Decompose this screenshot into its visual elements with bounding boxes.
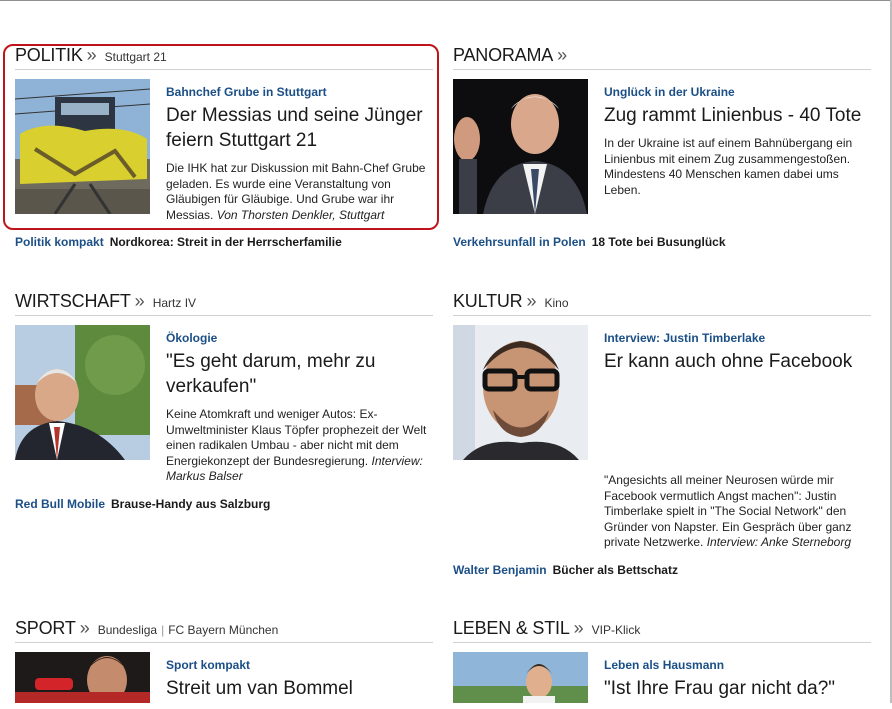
section-title-wirtschaft[interactable]: WIRTSCHAFT (15, 291, 131, 312)
section-leben-stil: LEBEN & STIL » VIP-Klick Leben als Hausm… (453, 618, 871, 703)
related-text[interactable]: Bücher als Bettschatz (553, 563, 678, 577)
article-headline[interactable]: Er kann auch ohne Facebook (604, 349, 874, 374)
related-link-row: Walter Benjamin Bücher als Bettschatz (453, 563, 678, 577)
article-image-toepfer-portrait[interactable] (15, 325, 150, 460)
highlight-box (3, 44, 439, 230)
article-teaser: "Angesichts all meiner Neurosen würde mi… (604, 473, 876, 551)
separator: | (161, 623, 165, 637)
article-headline[interactable]: Zug rammt Linienbus - 40 Tote (604, 103, 874, 128)
related-kicker-walter-benjamin[interactable]: Walter Benjamin (453, 563, 547, 577)
article-teaser: Keine Atomkraft und weniger Autos: Ex-Um… (166, 407, 436, 485)
related-kicker-politik-kompakt[interactable]: Politik kompakt (15, 235, 104, 249)
section-title-panorama[interactable]: PANORAMA (453, 45, 553, 66)
section-header-panorama: PANORAMA » (453, 45, 871, 70)
section-arrow-icon[interactable]: » (526, 291, 536, 312)
section-header-leben-stil: LEBEN & STIL » VIP-Klick (453, 618, 871, 643)
article-kicker[interactable]: Ökologie (166, 331, 436, 345)
article-image-waving-man[interactable] (453, 79, 588, 214)
related-link-row: Verkehrsunfall in Polen 18 Tote bei Busun… (453, 235, 726, 249)
section-header-sport: SPORT » Bundesliga | FC Bayern München (15, 618, 433, 643)
section-sub-link-bundesliga[interactable]: Bundesliga (98, 623, 157, 637)
article-kicker[interactable]: Unglück in der Ukraine (604, 85, 874, 99)
related-kicker-red-bull-mobile[interactable]: Red Bull Mobile (15, 497, 105, 511)
section-header-kultur: KULTUR » Kino (453, 291, 871, 316)
related-link-row: Politik kompakt Nordkorea: Streit in der … (15, 235, 342, 249)
window-top-border (0, 0, 892, 1)
article-text-wirtschaft: Ökologie "Es geht darum, mehr zu verkauf… (166, 331, 436, 485)
section-arrow-icon[interactable]: » (574, 618, 584, 639)
article-text-kultur: Interview: Justin Timberlake Er kann auc… (604, 331, 874, 382)
section-wirtschaft: WIRTSCHAFT » Hartz IV Ökologie "Es geht … (15, 291, 433, 511)
related-kicker-verkehrsunfall[interactable]: Verkehrsunfall in Polen (453, 235, 586, 249)
article-text-panorama: Unglück in der Ukraine Zug rammt Linienb… (604, 85, 874, 198)
related-text[interactable]: 18 Tote bei Busunglück (592, 235, 726, 249)
related-text[interactable]: Brause-Handy aus Salzburg (111, 497, 270, 511)
section-title-sport[interactable]: SPORT (15, 618, 76, 639)
section-kultur: KULTUR » Kino Interview: Justin Timberla… (453, 291, 871, 577)
section-title-leben-stil[interactable]: LEBEN & STIL (453, 618, 570, 639)
article-kicker[interactable]: Interview: Justin Timberlake (604, 331, 874, 345)
article-image-van-bommel[interactable] (15, 652, 150, 703)
section-panorama: PANORAMA » Unglück in der Ukraine Zug ra… (453, 45, 871, 249)
section-sub-link-vip-klick[interactable]: VIP-Klick (592, 623, 641, 637)
article-image-timberlake-portrait[interactable] (453, 325, 588, 460)
section-sub-link-fc-bayern[interactable]: FC Bayern München (168, 623, 278, 637)
article-kicker[interactable]: Leben als Hausmann (604, 658, 874, 672)
section-sport: SPORT » Bundesliga | FC Bayern München Spo… (15, 618, 433, 703)
article-teaser: In der Ukraine ist auf einem Bahnübergan… (604, 136, 853, 197)
section-arrow-icon[interactable]: » (135, 291, 145, 312)
article-image-hausmann[interactable] (453, 652, 588, 703)
section-header-wirtschaft: WIRTSCHAFT » Hartz IV (15, 291, 433, 316)
section-arrow-icon[interactable]: » (80, 618, 90, 639)
article-text-sport: Sport kompakt Streit um van Bommel (166, 658, 436, 709)
article-headline[interactable]: "Es geht darum, mehr zu verkaufen" (166, 349, 436, 399)
section-title-kultur[interactable]: KULTUR (453, 291, 523, 312)
article-text-leben-stil: Leben als Hausmann "Ist Ihre Frau gar ni… (604, 658, 874, 709)
section-sub-link-kino[interactable]: Kino (545, 296, 569, 310)
article-kicker[interactable]: Sport kompakt (166, 658, 436, 672)
section-arrow-icon[interactable]: » (557, 45, 567, 66)
related-text[interactable]: Nordkorea: Streit in der Herrscherfamili… (110, 235, 342, 249)
section-sub-links: Bundesliga | FC Bayern München (98, 623, 279, 637)
section-sub-link-hartz4[interactable]: Hartz IV (153, 296, 196, 310)
article-author: Interview: Anke Sterneborg (706, 535, 852, 549)
article-headline[interactable]: "Ist Ihre Frau gar nicht da?" (604, 676, 874, 701)
article-headline[interactable]: Streit um van Bommel (166, 676, 436, 701)
related-link-row: Red Bull Mobile Brause-Handy aus Salzburg (15, 497, 270, 511)
